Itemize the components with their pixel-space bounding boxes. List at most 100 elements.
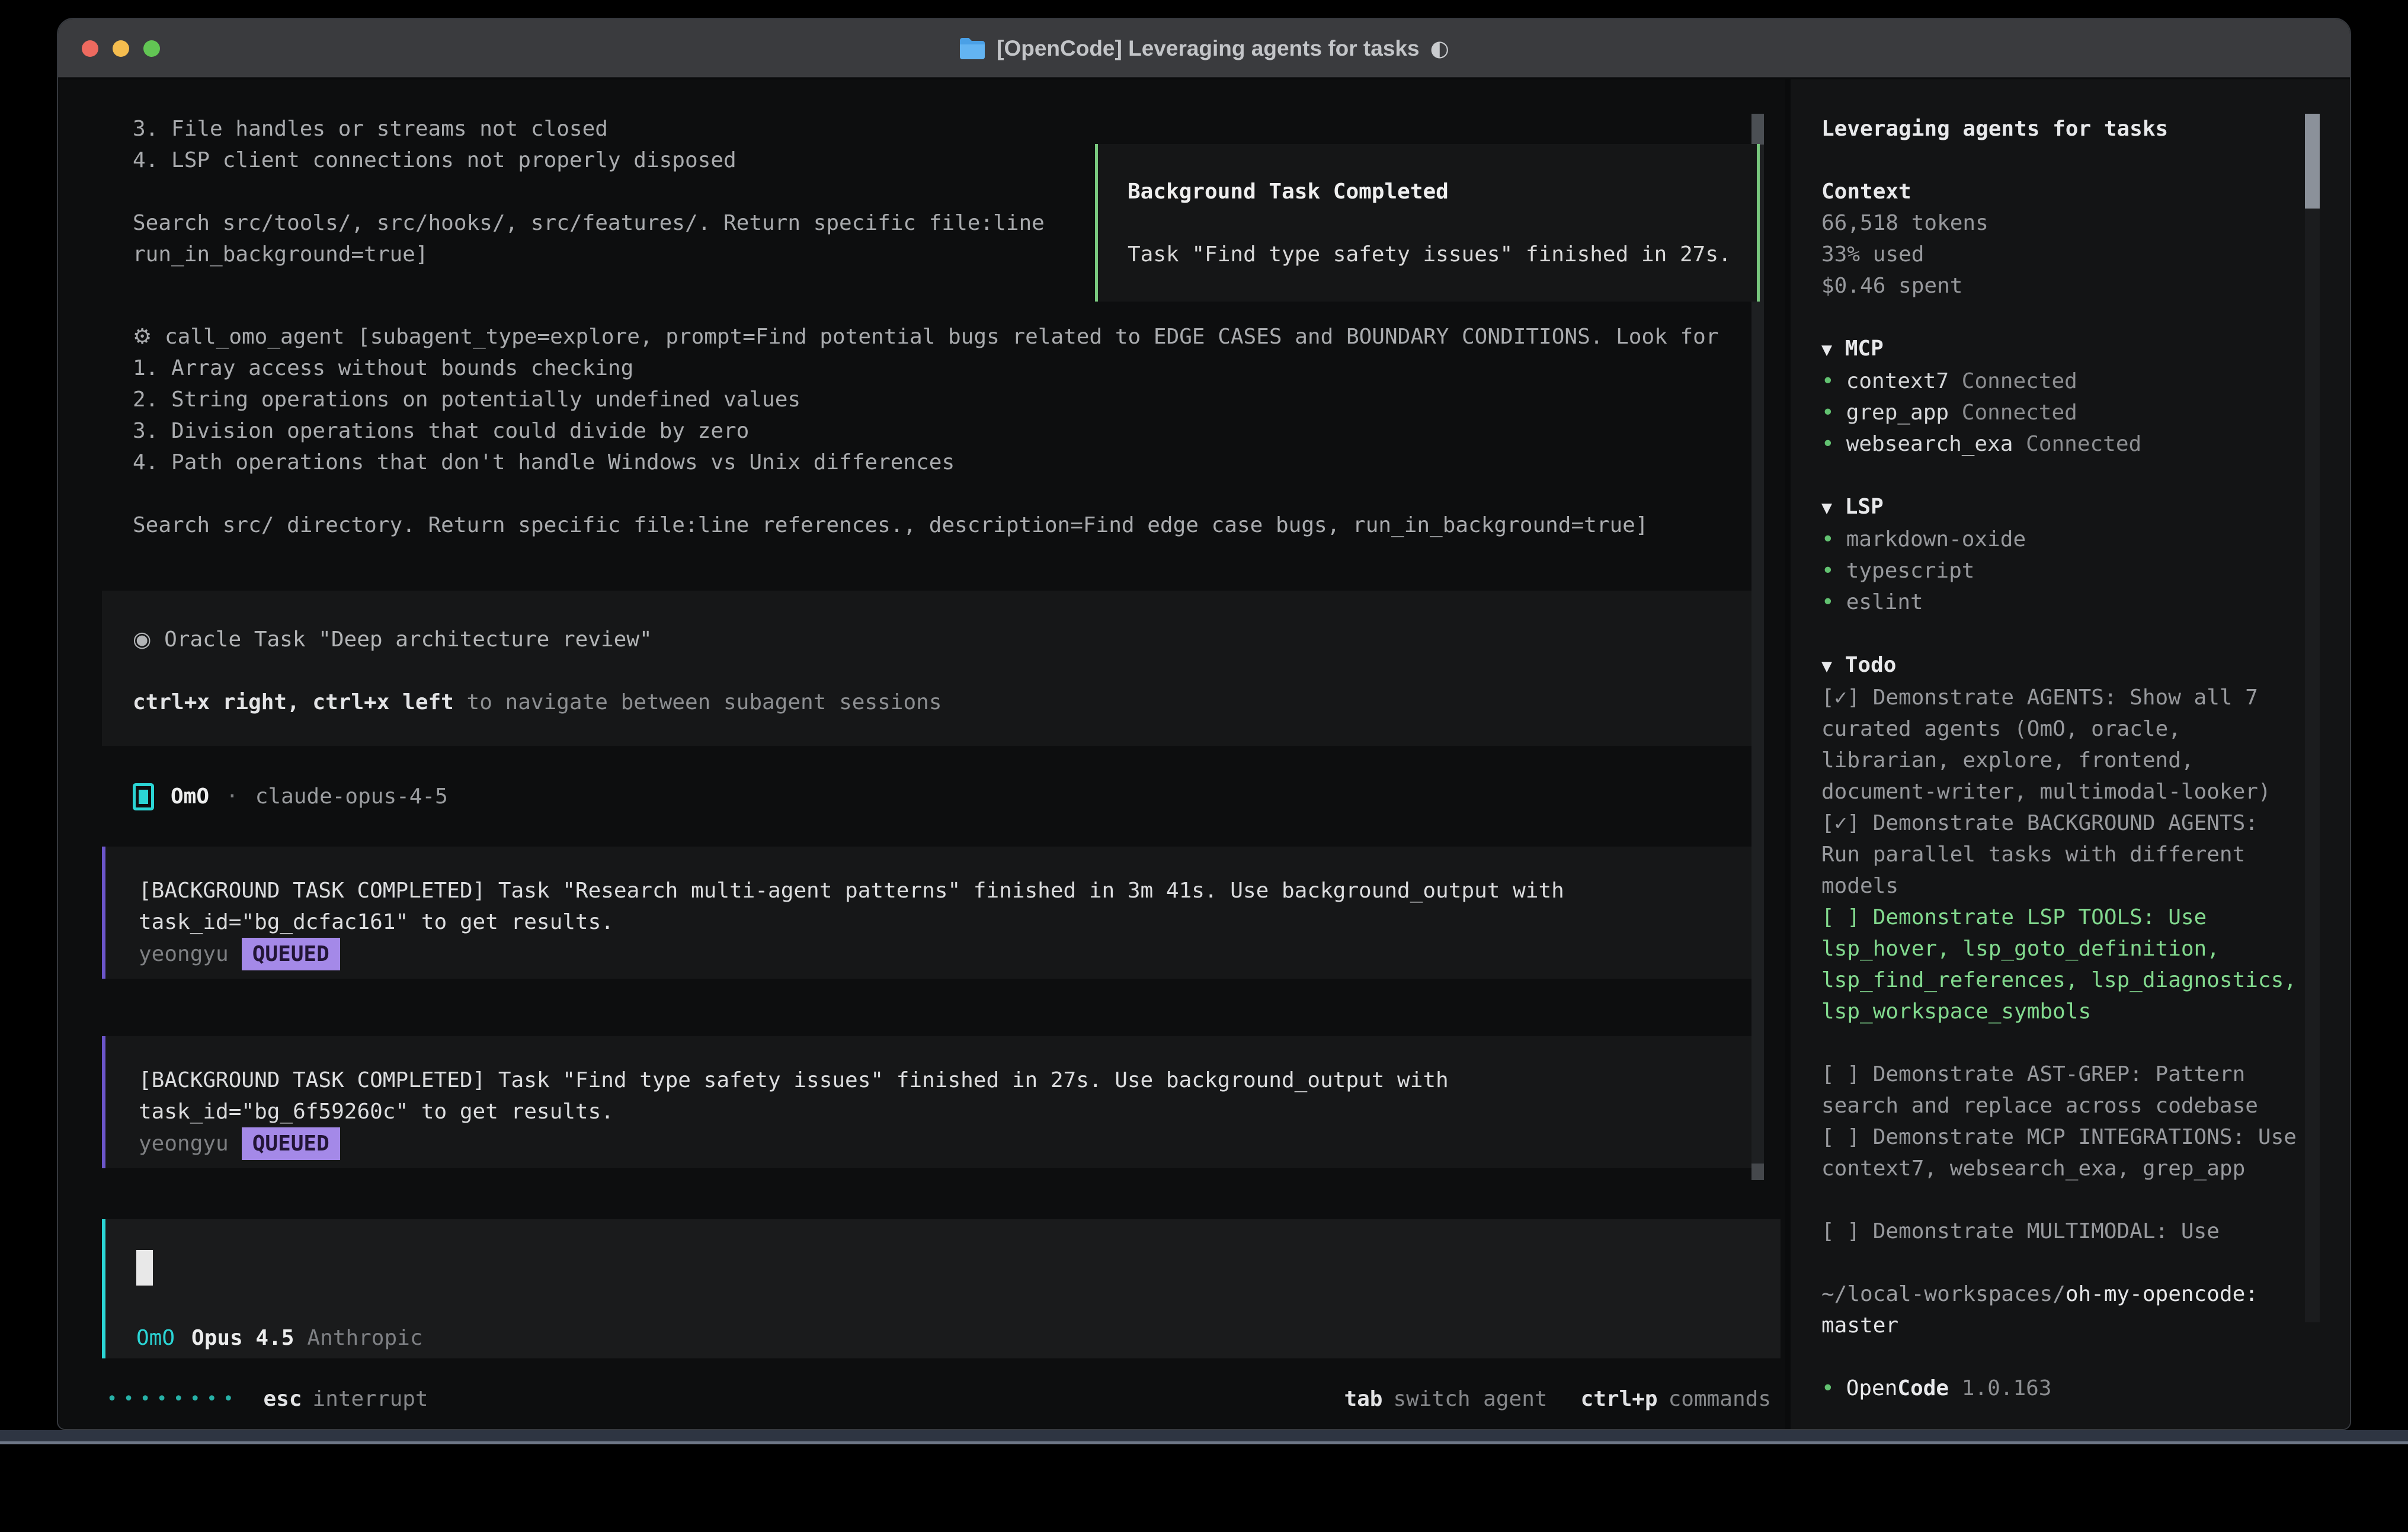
lsp-item: • eslint — [1821, 586, 2303, 618]
todo-item: [ ] Demonstrate LSP TOOLS: Use lsp_hover… — [1821, 902, 2303, 1027]
mcp-section-header: ▼ MCP — [1821, 333, 2303, 366]
app-window: [OpenCode] Leveraging agents for tasks ◐… — [57, 18, 2351, 1430]
ctrl-p-key-label: commands — [1669, 1383, 1771, 1415]
task-message-line: [BACKGROUND TASK COMPLETED] Task "Resear… — [139, 875, 1760, 906]
todo-section-header: ▼ Todo — [1821, 649, 2303, 682]
agent-header: OmO · claude-opus-4-5 — [133, 781, 448, 812]
context-used: 33% used — [1821, 239, 2303, 270]
prompt-input[interactable]: OmO Opus 4.5 Anthropic — [102, 1219, 1781, 1358]
mcp-item: •grep_app Connected — [1821, 397, 2303, 428]
bullet-icon: • — [1821, 432, 1834, 456]
agent-separator: · — [226, 781, 239, 812]
bullet-icon: • — [1821, 1376, 1834, 1400]
desktop-bottom-strip — [0, 1430, 2408, 1444]
folder-icon — [959, 37, 986, 59]
scrollback-line: 3. File handles or streams not closed — [133, 113, 1045, 145]
mcp-name: websearch_exa — [1846, 432, 2013, 456]
chevron-down-icon: ▼ — [1821, 498, 1832, 518]
task-author: yeongyu — [139, 1132, 229, 1156]
title-bar: [OpenCode] Leveraging agents for tasks ◐ — [58, 19, 2350, 78]
task-message-line: task_id="bg_dcfac161" to get results. — [139, 906, 1760, 938]
input-agent-name: OmO — [136, 1322, 175, 1354]
scrollback-text: 3. File handles or streams not closed 4.… — [133, 113, 1045, 270]
oracle-task-title: Oracle Task "Deep architecture review" — [151, 627, 652, 652]
close-button[interactable] — [82, 40, 98, 57]
tool-call-line: 1. Array access without bounds checking — [133, 352, 1719, 384]
bullet-icon: • — [1821, 369, 1834, 393]
chevron-down-icon: ▼ — [1821, 339, 1832, 360]
status-badge: QUEUED — [242, 1127, 340, 1160]
mcp-name: grep_app — [1846, 400, 1949, 425]
esc-key-label: interrupt — [313, 1383, 428, 1415]
oracle-task-card: ◉ Oracle Task "Deep architecture review"… — [102, 591, 1760, 746]
bullet-icon: • — [1821, 559, 1834, 583]
mcp-status: Connected — [2026, 432, 2141, 456]
mcp-item: • websearch_exa Connected — [1821, 428, 2303, 460]
minimize-button[interactable] — [113, 40, 129, 57]
status-bar: •••••••• esc interrupt tab switch agent … — [107, 1383, 1771, 1415]
todo-item: [ ] Demonstrate AST-GREP: Pattern search… — [1821, 1059, 2303, 1121]
scrollback-line: run_in_background=true] — [133, 239, 1045, 270]
tab-key-label: switch agent — [1393, 1383, 1547, 1415]
text-cursor — [136, 1250, 153, 1286]
scrollback-line-blank — [133, 176, 1045, 207]
lsp-section-header: ▼ LSP — [1821, 491, 2303, 524]
background-task-card: [BACKGROUND TASK COMPLETED] Task "Resear… — [102, 847, 1760, 979]
input-model-name: Opus 4.5 — [191, 1322, 294, 1354]
todo-item: [✓] Demonstrate BACKGROUND AGENTS: Run p… — [1821, 807, 2303, 902]
scrollbar-thumb[interactable] — [1751, 1164, 1764, 1180]
lsp-item: • typescript — [1821, 555, 2303, 586]
opencode-name-bold: Code — [1897, 1376, 1949, 1400]
oracle-hint-keys: ctrl+x right, ctrl+x left — [133, 690, 454, 714]
gear-icon: ⚙ — [133, 325, 152, 349]
context-tokens: 66,518 tokens — [1821, 207, 2303, 239]
tool-call-line: 4. Path operations that don't handle Win… — [133, 447, 1719, 478]
zoom-button[interactable] — [143, 40, 160, 57]
opencode-version: 1.0.163 — [1949, 1376, 2051, 1400]
background-task-card: [BACKGROUND TASK COMPLETED] Task "Find t… — [102, 1036, 1760, 1168]
lsp-name: eslint — [1846, 590, 1923, 614]
opencode-name-light: Open — [1846, 1376, 1898, 1400]
lsp-name: typescript — [1846, 559, 1975, 583]
spinner-dots-icon: •••••••• — [107, 1383, 240, 1415]
todo-item: [✓] Demonstrate AGENTS: Show all 7 curat… — [1821, 682, 2303, 807]
mcp-item: •context7 Connected — [1821, 366, 2303, 397]
status-bar-right: tab switch agent ctrl+p commands — [1344, 1383, 1771, 1415]
model-row: OmO Opus 4.5 Anthropic — [136, 1322, 1781, 1354]
agent-icon — [133, 783, 154, 810]
mcp-status: Connected — [1962, 400, 2077, 425]
session-title: Leveraging agents for tasks — [1821, 113, 2303, 145]
lsp-name: markdown-oxide — [1846, 527, 2026, 552]
bullet-icon: • — [1821, 527, 1834, 552]
status-badge: QUEUED — [242, 938, 340, 970]
traffic-lights — [82, 40, 160, 57]
window-title: [OpenCode] Leveraging agents for tasks — [997, 33, 1419, 64]
tool-call-header: call_omo_agent [subagent_type=explore, p… — [152, 325, 1718, 349]
tool-call-line-blank — [133, 478, 1719, 509]
scrollback-line: 4. LSP client connections not properly d… — [133, 145, 1045, 176]
tool-call-block: ⚙ call_omo_agent [subagent_type=explore,… — [133, 321, 1719, 541]
lsp-item: • markdown-oxide — [1821, 524, 2303, 555]
tool-call-footer: Search src/ directory. Return specific f… — [133, 509, 1719, 541]
agent-name: OmO — [171, 781, 209, 812]
scrollbar-thumb[interactable] — [2305, 114, 2320, 209]
esc-key-hint: esc — [264, 1383, 302, 1415]
ctrl-p-key-hint: ctrl+p — [1581, 1383, 1658, 1415]
progress-icon: ◐ — [1430, 33, 1449, 64]
background-task-toast: Background Task Completed Task "Find typ… — [1095, 144, 1760, 302]
oracle-hint-text: to navigate between subagent sessions — [454, 690, 942, 714]
workspace-branch: master — [1821, 1313, 1898, 1338]
tool-call-line: 2. String operations on potentially unde… — [133, 384, 1719, 415]
workspace-path-dim: ~/local-workspaces/ — [1821, 1282, 2066, 1306]
scrollbar-thumb[interactable] — [1751, 114, 1764, 145]
bullet-icon: • — [1821, 590, 1834, 614]
todo-item: [ ] Demonstrate MULTIMODAL: Use — [1821, 1216, 2303, 1247]
sidebar-scrollbar[interactable] — [2305, 114, 2320, 1322]
fisheye-icon: ◉ — [133, 627, 151, 652]
main-pane: 3. File handles or streams not closed 4.… — [58, 79, 1785, 1429]
opencode-version-row: • OpenCode 1.0.163 — [1821, 1373, 2303, 1404]
agent-model: claude-opus-4-5 — [255, 781, 448, 812]
oracle-nav-hint: ctrl+x right, ctrl+x left to navigate be… — [133, 687, 1760, 718]
workspace-path: ~/local-workspaces/oh-my-opencode: maste… — [1821, 1278, 2303, 1341]
todo-item: [ ] Demonstrate MCP INTEGRATIONS: Use co… — [1821, 1121, 2303, 1184]
